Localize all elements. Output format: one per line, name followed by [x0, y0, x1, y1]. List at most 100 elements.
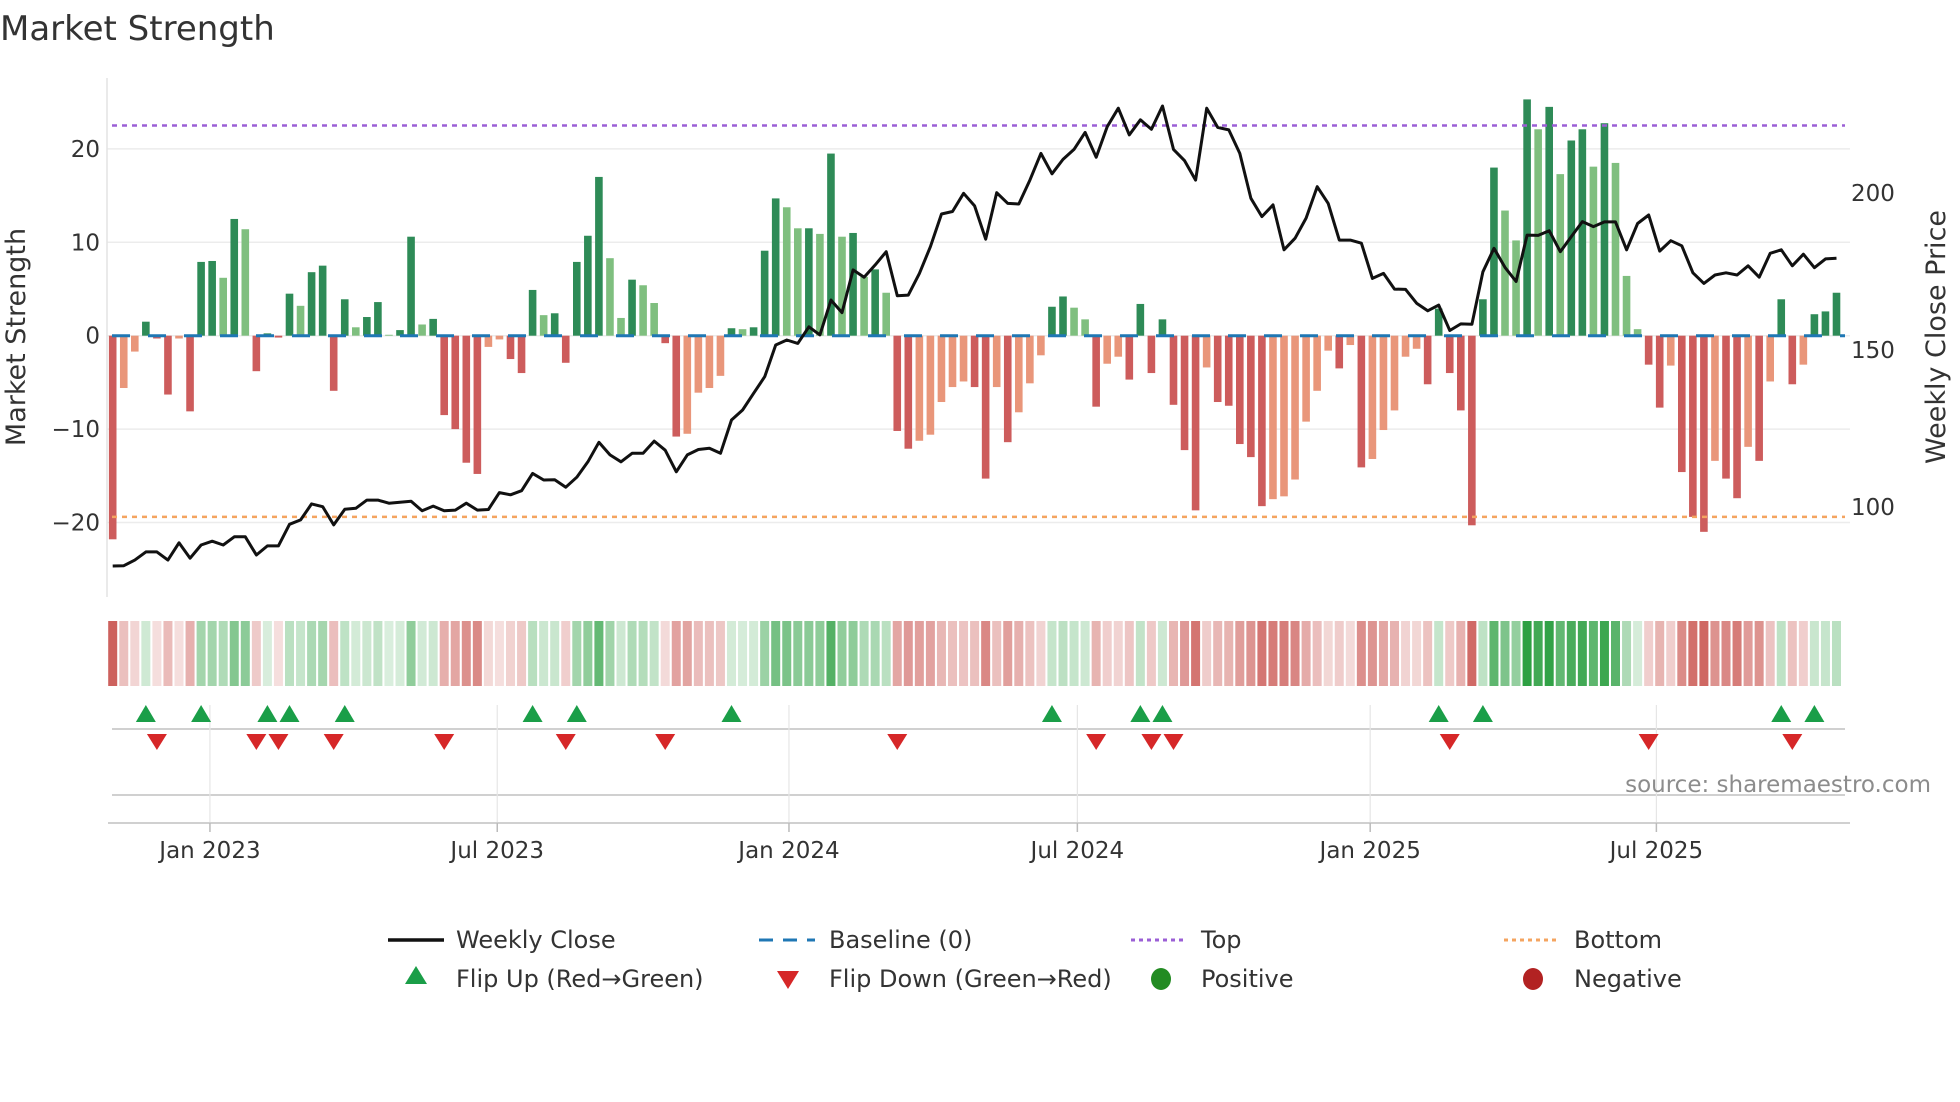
flip-up-marker	[1771, 705, 1792, 722]
flip-up-marker	[1804, 705, 1825, 722]
bar-negative	[948, 335, 957, 388]
heat-cell	[715, 621, 725, 686]
legend-item-positive: Positive	[1151, 965, 1294, 993]
flip-down-marker	[323, 734, 344, 750]
flip-markers	[135, 705, 1825, 750]
bar-negative	[1368, 335, 1377, 459]
heat-cell	[1599, 621, 1609, 686]
heat-cell	[1832, 621, 1841, 686]
heat-cell	[1069, 621, 1079, 686]
bar-positive	[374, 302, 382, 336]
heat-cell	[1412, 621, 1422, 686]
heat-cell	[848, 621, 858, 686]
y-axis-label: Market Strength	[1, 228, 32, 446]
heat-cell	[262, 621, 272, 686]
bar-negative	[694, 335, 703, 393]
legend-item-weekly-close: Weekly Close	[388, 926, 616, 954]
bar-negative	[1412, 335, 1421, 349]
bar-positive	[407, 236, 415, 336]
bar-positive	[1600, 123, 1609, 336]
heat-cell	[1732, 621, 1742, 686]
source-credit: source: sharemaestro.com	[1625, 772, 1931, 798]
heat-cell	[428, 621, 438, 686]
bar-negative	[1335, 335, 1344, 369]
triangle-down-icon	[777, 971, 799, 989]
heat-cell	[528, 621, 538, 686]
y2-tick-label: 150	[1851, 338, 1895, 364]
bar-negative	[119, 335, 128, 389]
bar-negative	[1788, 335, 1797, 385]
bar-negative	[1711, 335, 1719, 461]
bar-positive	[1523, 99, 1531, 336]
heat-cell	[1378, 621, 1388, 686]
bar-negative	[131, 335, 139, 352]
bar-negative	[108, 335, 117, 540]
heat-cell	[870, 621, 880, 686]
heat-cell	[1113, 621, 1123, 686]
circle-icon	[1523, 968, 1543, 990]
legend: Weekly Close Baseline (0) Top Bottom Fli…	[388, 926, 1682, 993]
flip-down-marker	[1638, 734, 1659, 750]
bar-negative	[1799, 335, 1808, 365]
heat-cell	[616, 621, 626, 686]
heat-cell	[1246, 621, 1256, 686]
heat-cell	[1467, 621, 1477, 686]
heat-cell	[296, 621, 306, 686]
bar-negative	[1324, 335, 1332, 351]
bar-negative	[1169, 335, 1178, 405]
x-tick-label: Jul 2025	[1608, 838, 1704, 864]
heat-cell	[1533, 621, 1543, 686]
y-tick-label: 0	[85, 324, 100, 350]
heat-cell	[727, 621, 736, 686]
flip-up-marker	[566, 705, 587, 722]
bar-negative	[1103, 335, 1111, 364]
x-tick-label: Jan 2024	[736, 838, 839, 864]
heat-cell	[738, 621, 748, 686]
bar-negative	[1755, 335, 1763, 461]
heat-cell	[815, 621, 825, 686]
flip-up-marker	[334, 705, 355, 722]
bar-negative	[1744, 335, 1752, 447]
heat-cell	[859, 621, 869, 686]
bar-positive	[352, 327, 360, 336]
bar-negative	[1236, 335, 1244, 445]
bar-negative	[484, 335, 493, 347]
x-tick-label: Jul 2024	[1029, 838, 1125, 864]
heat-cell	[881, 621, 891, 686]
heat-cell	[1577, 621, 1587, 686]
bar-negative	[1733, 335, 1741, 499]
bar-positive	[1832, 292, 1841, 336]
heat-cell	[1754, 621, 1764, 686]
flip-down-marker	[1141, 734, 1162, 750]
bar-negative	[1678, 335, 1686, 473]
heat-cell	[384, 621, 394, 686]
heat-cell	[1644, 621, 1654, 686]
heat-cell	[782, 621, 792, 686]
heat-cell	[1710, 621, 1720, 686]
heat-cell	[207, 621, 217, 686]
bar-positive	[1059, 296, 1067, 336]
bar-positive	[617, 317, 625, 336]
heat-cell	[174, 621, 184, 686]
heat-cell	[1224, 621, 1234, 686]
heat-cell	[351, 621, 361, 686]
bar-positive	[749, 327, 758, 336]
bar-positive	[1048, 306, 1056, 336]
bar-positive	[1081, 319, 1089, 336]
y2-tick-label: 100	[1851, 495, 1895, 521]
y-tick-label: 20	[71, 137, 100, 163]
bar-positive	[1136, 303, 1145, 336]
bar-negative	[1003, 335, 1012, 443]
bar-negative	[451, 335, 460, 430]
heat-cell	[649, 621, 659, 686]
heat-cell	[1401, 621, 1411, 686]
heat-cell	[1787, 621, 1797, 686]
heat-cell	[1566, 621, 1576, 686]
heat-cell	[539, 621, 549, 686]
flip-up-marker	[191, 705, 212, 722]
x-tick-label: Jan 2023	[157, 838, 260, 864]
heat-cell	[483, 621, 493, 686]
heat-cell	[1135, 621, 1145, 686]
heat-cell	[1820, 621, 1830, 686]
heat-cell	[108, 621, 118, 686]
